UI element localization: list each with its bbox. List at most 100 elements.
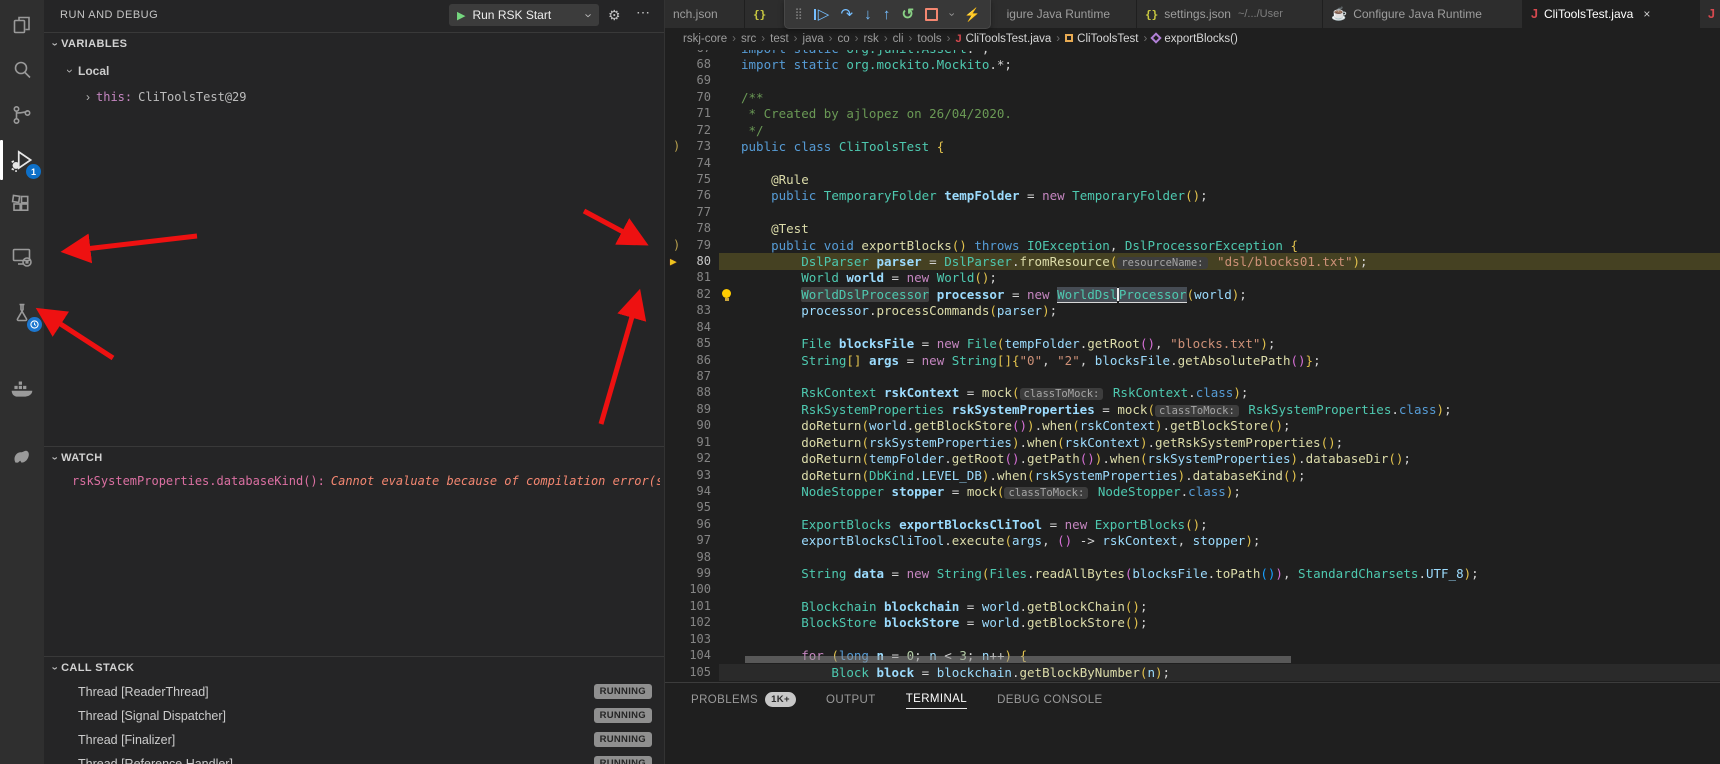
breadcrumb-item[interactable]: rskj-core [683,33,727,45]
line-number[interactable]: 86 [687,352,711,369]
editor-tab-settings.json[interactable]: {}settings.json~/.../User [1137,0,1323,28]
code-line-77[interactable]: 77 [665,204,1720,221]
horizontal-scrollbar[interactable] [745,656,1291,663]
line-number[interactable]: 75 [687,171,711,188]
gear-icon[interactable]: ⚙ [608,7,621,24]
code-line-71[interactable]: 71 * Created by ajlopez on 26/04/2020. [665,105,1720,122]
step-into-icon[interactable]: ↓ [864,7,872,22]
breadcrumb-item[interactable]: tools [917,33,941,45]
editor-tab-Configure Java Runtime[interactable]: ☕Configure Java Runtime [1323,0,1523,28]
step-over-icon[interactable]: ↷ [840,7,853,22]
breadcrumb-item[interactable]: rsk [863,33,878,45]
hot-code-replace-icon[interactable]: ⚡ [964,8,980,21]
code-line-92[interactable]: 92 doReturn(tempFolder.getRoot().getPath… [665,450,1720,467]
call-stack-thread-row[interactable]: Thread [Reference Handler]RUNNING [44,753,664,764]
code-line-79[interactable]: )79 public void exportBlocks() throws IO… [665,237,1720,254]
watch-section-header[interactable]: › WATCH [44,446,664,469]
breadcrumb-item[interactable]: CliToolsTest [1065,33,1138,45]
line-number[interactable]: 100 [687,581,711,598]
breadcrumb-item[interactable]: cli [893,33,904,45]
continue-icon[interactable]: ▷ [814,7,830,22]
code-line-87[interactable]: 87 [665,368,1720,385]
line-number[interactable]: 93 [687,467,711,484]
line-number[interactable]: 73 [687,138,711,155]
variable-this-row[interactable]: › this: CliToolsTest@29 [44,86,664,108]
code-editor[interactable]: 67import static org.junit.Assert.*;68imp… [665,50,1720,682]
gradle-icon[interactable] [0,433,44,477]
code-line-74[interactable]: 74 [665,155,1720,172]
code-line-96[interactable]: 96 ExportBlocks exportBlocksCliTool = ne… [665,516,1720,533]
code-line-83[interactable]: 83 processor.processCommands(parser); [665,302,1720,319]
line-number[interactable]: 101 [687,598,711,615]
call-stack-thread-row[interactable]: Thread [ReaderThread]RUNNING [44,681,664,703]
grip-icon[interactable]: ⣿ [795,9,803,20]
run-and-debug-icon[interactable]: 1 [0,138,44,182]
code-line-103[interactable]: 103 [665,631,1720,648]
line-number[interactable]: 81 [687,269,711,286]
lightbulb-icon[interactable] [722,289,731,298]
code-line-70[interactable]: 70/** [665,89,1720,106]
line-number[interactable]: 71 [687,105,711,122]
code-line-89[interactable]: 89 RskSystemProperties rskSystemProperti… [665,401,1720,418]
source-control-icon[interactable] [0,93,44,137]
extensions-icon[interactable] [0,183,44,227]
line-number[interactable]: 89 [687,401,711,418]
line-number[interactable]: 92 [687,450,711,467]
close-icon[interactable]: × [1643,7,1650,21]
panel-tab-problems[interactable]: PROBLEMS1K+ [691,692,796,710]
code-line-100[interactable]: 100 [665,581,1720,598]
line-number[interactable]: 98 [687,549,711,566]
line-number[interactable]: 74 [687,155,711,172]
breadcrumb-item[interactable]: JCliToolsTest.java [956,33,1052,45]
code-line-69[interactable]: 69 [665,72,1720,89]
code-line-72[interactable]: 72 */ [665,122,1720,139]
gutter-marker-icon[interactable]: ) [673,138,680,155]
line-number[interactable]: 84 [687,319,711,336]
code-line-86[interactable]: 86 String[] args = new String[]{"0", "2"… [665,352,1720,369]
code-line-94[interactable]: 94 NodeStopper stopper = mock(classToMoc… [665,483,1720,500]
breadcrumb-item[interactable]: src [741,33,756,45]
line-number[interactable]: 91 [687,434,711,451]
code-line-73[interactable]: )73public class CliToolsTest { [665,138,1720,155]
panel-tab-terminal[interactable]: TERMINAL [906,693,967,709]
code-line-68[interactable]: 68import static org.mockito.Mockito.*; [665,56,1720,73]
launch-config-dropdown[interactable]: ▶ Run RSK Start › [449,4,599,26]
stop-icon[interactable] [925,8,938,21]
line-number[interactable]: 105 [687,664,711,681]
line-number[interactable]: 83 [687,302,711,319]
line-number[interactable]: 70 [687,89,711,106]
line-number[interactable]: 96 [687,516,711,533]
code-line-102[interactable]: 102 BlockStore blockStore = world.getBlo… [665,614,1720,631]
code-line-76[interactable]: 76 public TemporaryFolder tempFolder = n… [665,187,1720,204]
variables-scope-local[interactable]: › Local [44,60,664,82]
panel-tab-debug-console[interactable]: DEBUG CONSOLE [997,694,1103,709]
search-icon[interactable] [0,48,44,92]
call-stack-thread-row[interactable]: Thread [Finalizer]RUNNING [44,729,664,751]
line-number[interactable]: 103 [687,631,711,648]
code-line-78[interactable]: 78 @Test [665,220,1720,237]
call-stack-thread-row[interactable]: Thread [Signal Dispatcher]RUNNING [44,705,664,727]
gutter-marker-icon[interactable]: ) [673,237,680,254]
code-line-98[interactable]: 98 [665,549,1720,566]
line-number[interactable]: 94 [687,483,711,500]
line-number[interactable]: 90 [687,417,711,434]
line-number[interactable]: 77 [687,204,711,221]
line-number[interactable]: 79 [687,237,711,254]
code-line-75[interactable]: 75 @Rule [665,171,1720,188]
line-number[interactable]: 69 [687,72,711,89]
start-debug-icon[interactable]: ▶ [457,9,465,22]
step-out-icon[interactable]: ↑ [883,7,891,22]
code-line-93[interactable]: 93 doReturn(DbKind.LEVEL_DB).when(rskSys… [665,467,1720,484]
line-number[interactable]: 102 [687,614,711,631]
code-line-88[interactable]: 88 RskContext rskContext = mock(classToM… [665,384,1720,401]
variables-section-header[interactable]: › VARIABLES [44,32,664,55]
code-line-105[interactable]: 105 Block block = blockchain.getBlockByN… [665,664,1720,681]
restart-icon[interactable]: ↺ [901,7,914,22]
panel-tab-output[interactable]: OUTPUT [826,694,876,709]
testing-icon[interactable] [0,291,44,335]
line-number[interactable]: 85 [687,335,711,352]
line-number[interactable]: 97 [687,532,711,549]
breadcrumb-item[interactable]: test [770,33,789,45]
watch-expression-row[interactable]: rskSystemProperties.databaseKind(): Cann… [44,470,660,492]
line-number[interactable]: 82 [687,286,711,303]
